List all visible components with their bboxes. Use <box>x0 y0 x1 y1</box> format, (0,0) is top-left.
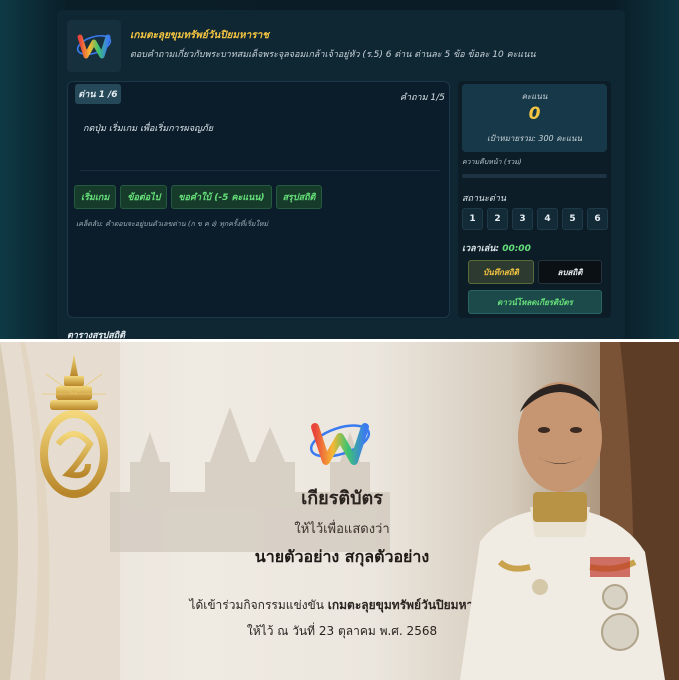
hint-button[interactable]: ขอคำใบ้ (-5 คะแนน) <box>171 185 272 209</box>
time-value: 00:00 <box>502 244 531 254</box>
score-target: เป้าหมายรวม: 300 คะแนน <box>487 134 582 143</box>
set-button-1[interactable]: 1 <box>462 208 483 230</box>
score-value: 0 <box>528 104 541 124</box>
certificate-logo <box>305 415 375 475</box>
set-button-2[interactable]: 2 <box>487 208 508 230</box>
next-button[interactable]: ข้อต่อไป <box>120 185 168 209</box>
time-label: เวลาเล่น: <box>462 244 500 254</box>
king-portrait <box>460 342 679 680</box>
score-label: คะแนน <box>521 92 548 101</box>
play-time: เวลาเล่น: 00:00 <box>462 241 531 255</box>
question-prompt: กดปุ่ม เริ่มเกม เพื่อเริ่มการผจญภัย <box>80 121 440 171</box>
question-counter: คำถาม 1/5 <box>400 93 445 103</box>
status-label: สถานะด่าน <box>462 194 507 204</box>
game-logo <box>67 20 121 72</box>
set-buttons: 123456 <box>462 208 608 230</box>
save-stats-button[interactable]: บันทึกสถิติ <box>468 260 534 284</box>
set-badge: ด่าน 1 /6 <box>75 84 121 104</box>
hint-text: เคล็ดลับ: คำตอบจะอยู่บนตัวเลขด่าน (ก ข ค… <box>76 220 269 228</box>
summary-button[interactable]: สรุปสถิติ <box>275 185 323 209</box>
game-button-row: เริ่มเกม ข้อต่อไป ขอคำใบ้ (-5 คะแนน) สรุ… <box>74 185 323 209</box>
set-button-6[interactable]: 6 <box>587 208 608 230</box>
line1-prefix: ได้เข้าร่วมกิจกรรมแข่งขัน <box>189 598 324 612</box>
set-button-3[interactable]: 3 <box>512 208 533 230</box>
w-logo-icon <box>309 423 371 465</box>
royal-emblem-icon <box>40 354 108 498</box>
game-screen: เกมตะลุยขุมทรัพย์วันปิยมหาราช ตอบคำถามเก… <box>0 0 679 339</box>
certificate: เกียรติบัตร ให้ไว้เพื่อแสดงว่า นายตัวอย่… <box>0 342 679 680</box>
set-button-4[interactable]: 4 <box>537 208 558 230</box>
download-certificate-button[interactable]: ดาวน์โหลดเกียรติบัตร <box>468 290 602 314</box>
w-logo-icon <box>76 34 112 59</box>
progress-label: ความคืบหน้า (รวม) <box>462 158 522 166</box>
game-description: ตอบคำถามเกี่ยวกับพระบาทสมเด็จพระจุลจอมเก… <box>130 50 536 60</box>
start-button[interactable]: เริ่มเกม <box>74 185 117 209</box>
summary-heading: ตารางสรุปสถิติ <box>67 331 126 339</box>
reset-stats-button[interactable]: ลบสถิติ <box>538 260 602 284</box>
set-button-5[interactable]: 5 <box>562 208 583 230</box>
progress-bar <box>462 174 607 178</box>
game-title: เกมตะลุยขุมทรัพย์วันปิยมหาราช <box>130 30 269 41</box>
